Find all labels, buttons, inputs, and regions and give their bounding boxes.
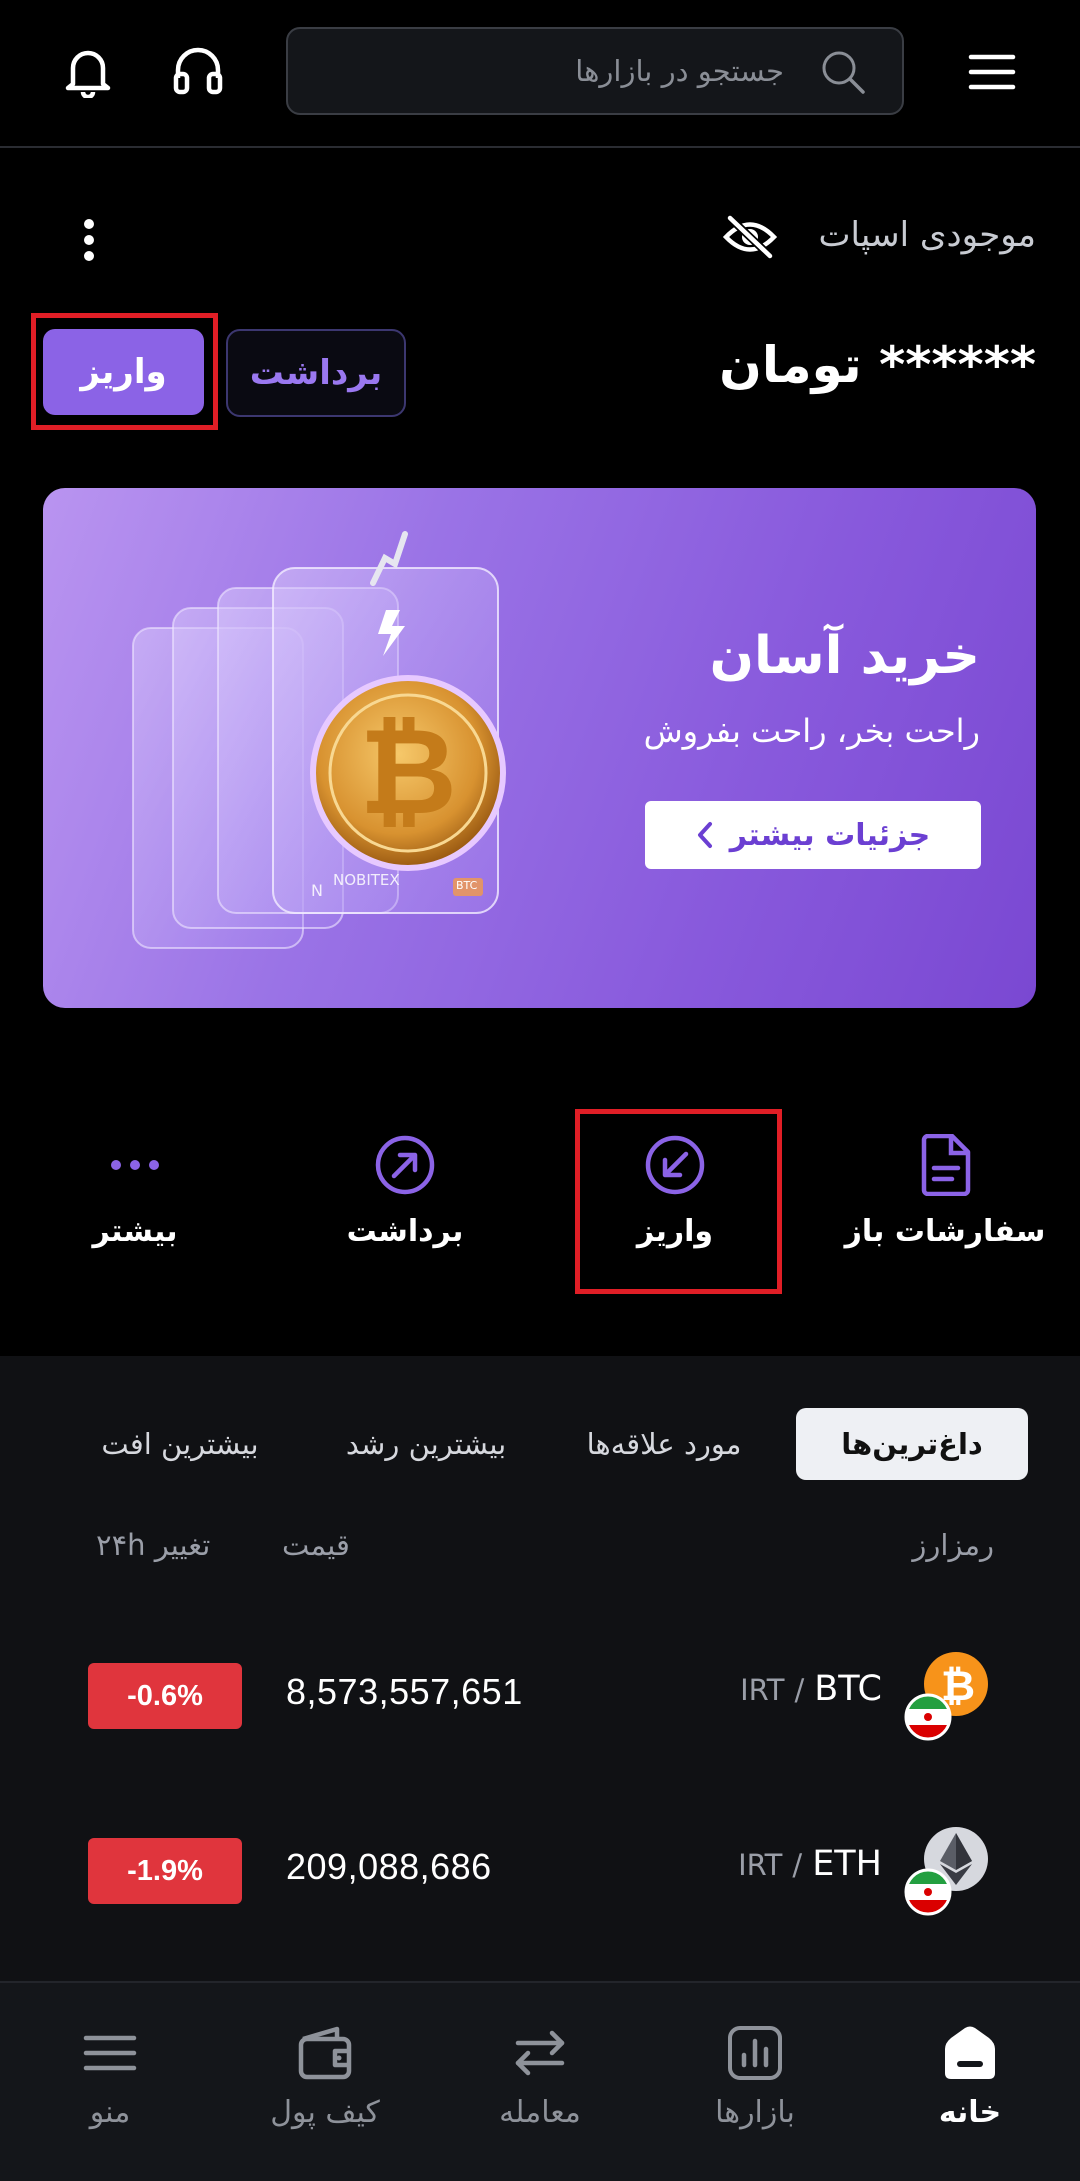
tab-top-gainers[interactable]: بیشترین رشد [316, 1408, 536, 1480]
withdraw-button[interactable]: برداشت [226, 329, 406, 417]
deposit-button-highlight [31, 313, 218, 430]
more-dots-icon [25, 1134, 245, 1196]
balance-label: موجودی اسپات [818, 215, 1036, 255]
change-badge: -1.9% [88, 1838, 242, 1904]
swap-icon [440, 2025, 640, 2081]
quote-currency: IRT [740, 1673, 785, 1707]
nav-home[interactable]: خانه [870, 2025, 1070, 2130]
nav-menu[interactable]: منو [10, 2025, 210, 2130]
base-currency: ETH [812, 1844, 882, 1884]
column-price: قیمت [282, 1528, 350, 1562]
withdraw-arrow-icon [295, 1134, 515, 1196]
pair-name: IRT / ETH [738, 1844, 882, 1884]
deposit-action-highlight [575, 1109, 782, 1294]
banner-title: خرید آسان [709, 626, 980, 686]
tab-top-losers[interactable]: بیشترین افت [70, 1408, 290, 1480]
document-icon [835, 1134, 1055, 1196]
search-box[interactable]: جستجو در بازارها [286, 27, 904, 115]
top-header: جستجو در بازارها [0, 0, 1080, 148]
chevron-left-icon [696, 821, 714, 849]
quick-action-label: بیشتر [92, 1214, 178, 1249]
balance-amount: ****** تومان [719, 336, 1036, 394]
eye-off-icon[interactable] [722, 214, 778, 260]
base-currency: BTC [814, 1669, 882, 1709]
promo-banner[interactable]: ₿ N NOBITEX BTC خرید آسان راحت بخر، راحت… [43, 488, 1036, 1008]
table-row[interactable]: ₿ IRT / BTC 8,573,557,651 -0.6% [0, 1625, 1080, 1765]
quick-action-label: برداشت [346, 1214, 464, 1249]
table-row[interactable]: IRT / ETH 209,088,686 -1.9% [0, 1800, 1080, 1940]
quick-action-withdraw[interactable]: برداشت [295, 1134, 515, 1249]
change-badge: -0.6% [88, 1663, 242, 1729]
card-tag: BTC [456, 879, 478, 892]
price-value: 8,573,557,651 [286, 1671, 523, 1712]
nav-label: معامله [499, 2095, 581, 2130]
crypto-cards-illustration: ₿ N [123, 528, 553, 968]
menu-icon [10, 2025, 210, 2081]
bottom-navigation: خانه بازارها معامله کیف پول منو [0, 1981, 1080, 2181]
nav-label: منو [89, 2095, 131, 2130]
nav-label: بازارها [715, 2095, 795, 2130]
column-asset: رمزارز [912, 1528, 994, 1562]
quick-action-more[interactable]: بیشتر [25, 1134, 245, 1249]
card-brand-text: N [311, 881, 323, 900]
banner-details-button[interactable]: جزئیات بیشتر [645, 801, 981, 869]
home-icon [870, 2025, 1070, 2081]
column-change: تغییر ۲۴h [96, 1528, 211, 1562]
banner-subtitle: راحت بخر، راحت بفروش [643, 712, 980, 750]
quick-action-label: سفارشات باز [844, 1214, 1046, 1249]
price-value: 209,088,686 [286, 1846, 492, 1887]
chart-icon [655, 2025, 855, 2081]
tab-hottest[interactable]: داغ‌ترین‌ها [796, 1408, 1028, 1480]
quick-action-open-orders[interactable]: سفارشات باز [835, 1134, 1055, 1249]
more-vertical-icon[interactable] [82, 218, 96, 262]
pair-separator: / [792, 1848, 803, 1882]
nav-label: خانه [938, 2095, 1002, 2130]
nav-trade[interactable]: معامله [440, 2025, 640, 2130]
svg-text:₿: ₿ [359, 703, 457, 842]
banner-details-label: جزئیات بیشتر [729, 817, 931, 853]
pair-separator: / [794, 1673, 805, 1707]
iran-flag-icon [904, 1693, 952, 1741]
nav-markets[interactable]: بازارها [655, 2025, 855, 2130]
card-brand: NOBITEX [333, 871, 400, 889]
quote-currency: IRT [738, 1848, 783, 1882]
headset-icon[interactable] [172, 44, 224, 96]
search-icon [820, 49, 866, 95]
wallet-icon [225, 2025, 425, 2081]
pair-name: IRT / BTC [740, 1669, 882, 1709]
nav-label: کیف پول [270, 2095, 380, 2130]
bell-icon[interactable] [63, 44, 113, 98]
search-input[interactable]: جستجو در بازارها [424, 29, 784, 113]
hamburger-icon[interactable] [968, 52, 1016, 92]
tab-favorites[interactable]: مورد علاقه‌ها [564, 1408, 764, 1480]
nav-wallet[interactable]: کیف پول [225, 2025, 425, 2130]
iran-flag-icon [904, 1868, 952, 1916]
